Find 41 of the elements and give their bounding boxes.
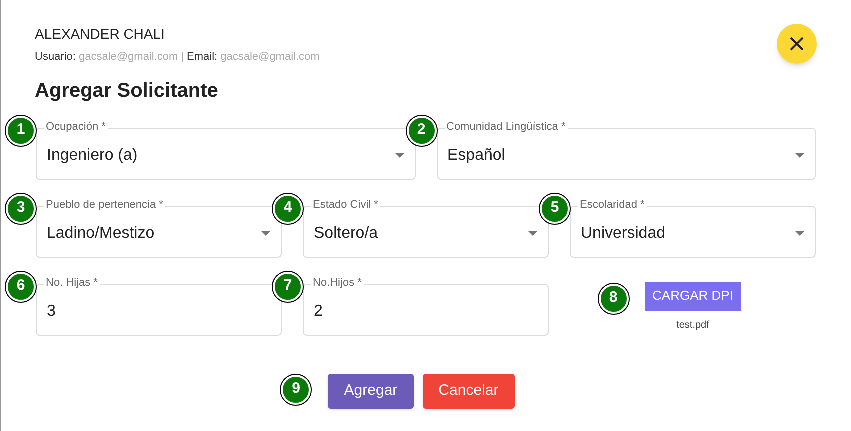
number-badge: 5 [540,194,570,224]
field-value: 2 [314,302,324,322]
cancel-button[interactable]: Cancelar [422,374,515,408]
dropdown-caret-icon [394,153,404,158]
field-value: Ingeniero (a) [47,146,139,166]
close-button[interactable] [777,24,817,64]
user-label: Usuario: [35,50,76,65]
number-badge: 8 [598,284,629,314]
close-icon [790,37,804,51]
field-label: Ocupación * [44,120,108,134]
number-badge: 7 [273,272,303,302]
dropdown-caret-icon [261,231,271,236]
number-badge: 9 [281,374,312,404]
separator: | [181,50,184,65]
field-label: No. Hijas * [44,276,100,290]
user-value: gacsale@gmail.com [78,50,178,65]
number-badge: 3 [6,194,36,224]
field-value: Soltero/a [314,224,380,244]
field-value: 3 [47,302,57,322]
email-label: Email: [187,50,218,65]
field-label: Comunidad Lingüística * [444,120,568,134]
field-value: Ladino/Mestizo [47,224,156,244]
number-badge: 6 [6,272,36,302]
email-value: gacsale@gmail.com [220,50,320,65]
dropdown-caret-icon [528,231,538,236]
field-label: Escolaridad * [578,198,647,212]
dropdown-caret-icon [795,231,805,236]
file-name: test.pdf [676,318,710,332]
user-name: ALEXANDER CHALI [35,25,166,43]
dialog-title: Agregar Solicitante [35,78,220,102]
field-label: Estado Civil * [311,198,380,212]
submit-button[interactable]: Agregar [328,374,414,408]
upload-button[interactable]: CARGAR DPI [644,282,742,310]
dropdown-caret-icon [795,153,805,158]
field-label: No.Hijos * [311,276,364,290]
number-badge: 2 [406,116,436,146]
number-badge: 1 [6,116,36,146]
field-label: Pueblo de pertenencia * [44,198,166,212]
field-value: Universidad [581,224,666,244]
number-badge: 4 [273,194,303,224]
field-value: Español [448,146,506,166]
